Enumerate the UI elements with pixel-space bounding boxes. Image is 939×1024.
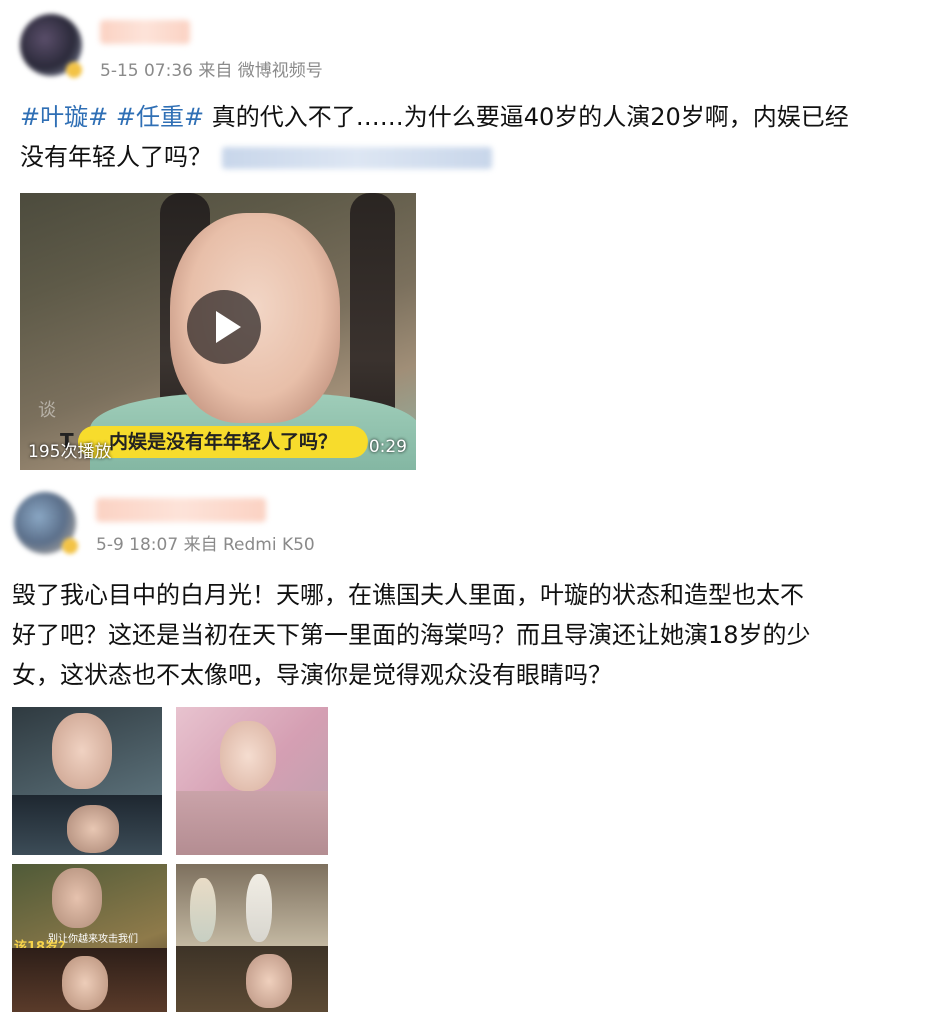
play-button[interactable] xyxy=(187,290,261,364)
image-face xyxy=(246,954,292,1008)
post-image-4[interactable] xyxy=(176,864,328,1012)
post-image-1[interactable] xyxy=(12,707,162,855)
post-text-line: 没有年轻人了吗？ xyxy=(20,143,212,171)
image-face xyxy=(52,713,112,789)
post-2: 5-9 18:07 来自 Redmi K50 毁了我心目中的白月光！天哪，在谯国… xyxy=(0,480,939,1024)
image-face xyxy=(246,874,272,942)
verified-badge-icon xyxy=(62,538,78,554)
post-text-line: 好了吧？这还是当初在天下第一里面的海棠吗？而且导演还让她演18岁的少 xyxy=(12,621,811,649)
blurred-link[interactable] xyxy=(222,147,492,169)
hashtag-link[interactable]: #叶璇# xyxy=(20,103,108,131)
verified-badge-icon xyxy=(66,62,82,78)
video-watermark: 谈 xyxy=(38,400,56,421)
username-blurred[interactable] xyxy=(96,498,266,522)
image-panel xyxy=(176,791,328,855)
hashtag-link[interactable]: #任重# xyxy=(116,103,204,131)
post-text: #叶璇# #任重# 真的代入不了……为什么要逼40岁的人演20岁啊，内娱已经 没… xyxy=(20,97,920,177)
post-image-3[interactable]: 别让你越来攻击我们 该18岁？ xyxy=(12,864,167,1012)
image-face xyxy=(190,878,216,942)
video-caption: 内娱是没有年年轻人了吗？ xyxy=(78,426,368,458)
video-player[interactable]: 谈 内娱是没有年年轻人了吗？ T 195次播放 0:29 xyxy=(20,193,416,470)
post-meta: 5-9 18:07 来自 Redmi K50 xyxy=(96,535,315,555)
image-face xyxy=(52,868,102,928)
post-text-line: 女，这状态也不太像吧，导演你是觉得观众没有眼睛吗？ xyxy=(12,661,612,689)
post-meta: 5-15 07:36 来自 微博视频号 xyxy=(100,61,323,81)
post-text-line: 毁了我心目中的白月光！天哪，在谯国夫人里面，叶璇的状态和造型也太不 xyxy=(12,581,804,609)
post-text-line: 真的代入不了……为什么要逼40岁的人演20岁啊，内娱已经 xyxy=(211,103,849,131)
post-image-2[interactable] xyxy=(176,707,328,855)
image-face xyxy=(220,721,276,791)
video-duration: 0:29 xyxy=(368,437,407,457)
image-face xyxy=(62,956,108,1010)
play-count: 195次播放 xyxy=(28,442,112,462)
post-1: 5-15 07:36 来自 微博视频号 #叶璇# #任重# 真的代入不了……为什… xyxy=(0,0,939,480)
image-face xyxy=(67,805,119,853)
post-text: 毁了我心目中的白月光！天哪，在谯国夫人里面，叶璇的状态和造型也太不 好了吧？这还… xyxy=(12,575,927,695)
username-blurred[interactable] xyxy=(100,20,190,44)
play-icon xyxy=(216,311,241,343)
